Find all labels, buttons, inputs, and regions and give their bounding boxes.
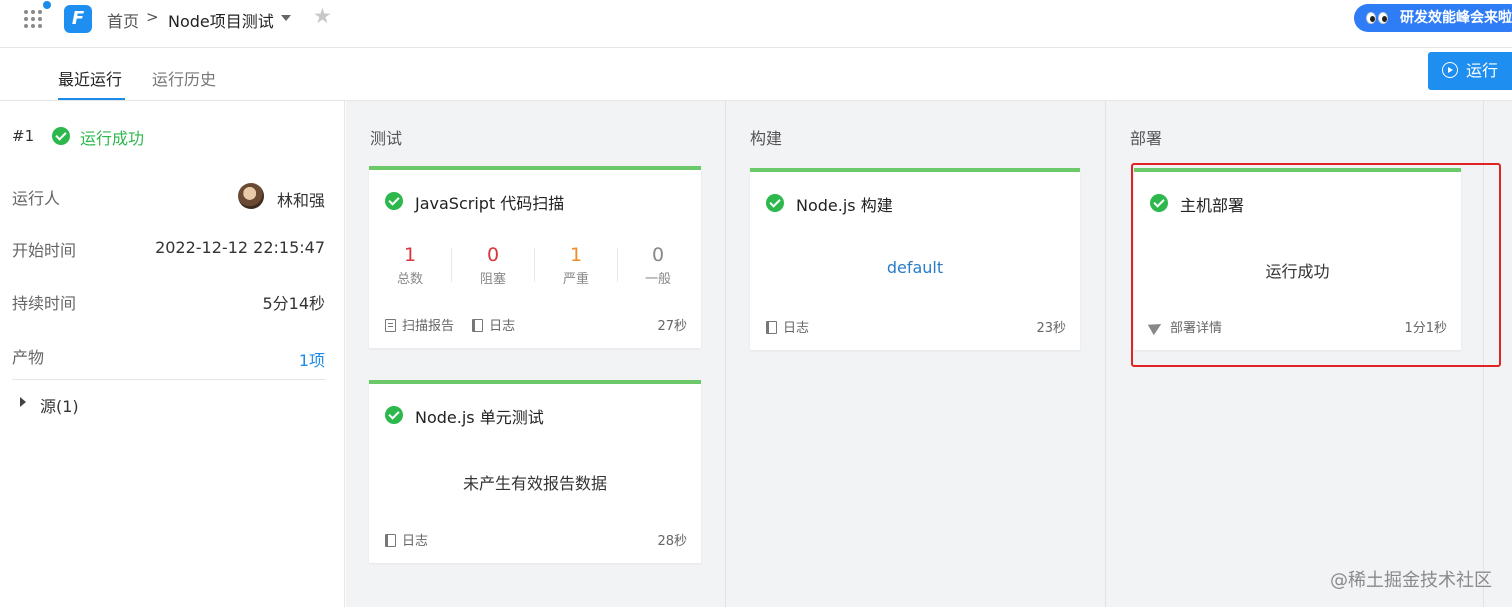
play-circle-icon: [1442, 62, 1458, 78]
divider: [12, 379, 326, 380]
eyes-icon: [1366, 4, 1390, 32]
duration-value: 5分14秒: [262, 294, 325, 313]
stage-build: 构建 Node.js 构建 default 日志 23秒: [726, 101, 1106, 607]
job-title: JavaScript 代码扫描: [415, 194, 565, 213]
caret-right-icon[interactable]: [20, 397, 26, 407]
card-footer: 扫描报告 日志: [385, 315, 515, 334]
scan-report-link[interactable]: 扫描报告: [385, 319, 454, 334]
log-label: 日志: [783, 321, 810, 336]
job-message: 未产生有效报告数据: [462, 474, 607, 493]
report-icon: [385, 319, 396, 332]
job-card-unit-test[interactable]: Node.js 单元测试 未产生有效报告数据 日志 28秒: [369, 380, 701, 563]
log-link[interactable]: 日志: [472, 319, 515, 334]
log-icon: [385, 534, 396, 547]
job-duration: 23秒: [1036, 321, 1066, 336]
log-label: 日志: [402, 534, 429, 549]
notification-dot: [43, 1, 51, 9]
log-icon: [472, 319, 484, 332]
job-duration: 27秒: [657, 319, 687, 334]
runner-name: 林和强: [276, 191, 325, 210]
apps-grid-icon[interactable]: [24, 10, 42, 28]
job-title: Node.js 单元测试: [415, 408, 544, 427]
job-duration: 28秒: [657, 534, 687, 549]
avatar: [238, 183, 264, 209]
breadcrumb-project[interactable]: Node项目测试: [168, 8, 274, 32]
success-check-icon: [52, 127, 70, 145]
metric-total: 1 总数: [369, 244, 451, 287]
scan-metrics: 1 总数 0 阻塞 1 严重 0 一般: [369, 244, 699, 288]
active-tab-indicator: [58, 98, 125, 100]
stage-test: 测试 JavaScript 代码扫描 1 总数 0 阻塞 1 严重 0 一般 扫…: [346, 101, 726, 607]
top-bar: F 首页 > Node项目测试 ★ 研发效能峰会来啦: [0, 0, 1512, 48]
success-check-icon: [766, 194, 784, 212]
chevron-down-icon[interactable]: [281, 15, 291, 21]
success-check-icon: [385, 406, 403, 424]
metric-blocker: 0 阻塞: [452, 244, 534, 287]
log-link[interactable]: 日志: [766, 317, 809, 336]
artifacts-label: 产物: [12, 348, 45, 367]
breadcrumb-home[interactable]: 首页: [107, 8, 139, 32]
watermark: @稀土掘金技术社区: [1330, 570, 1492, 591]
run-number: #1: [12, 127, 35, 145]
log-label: 日志: [489, 319, 516, 334]
job-card-node-build[interactable]: Node.js 构建 default 日志 23秒: [750, 168, 1080, 350]
log-link[interactable]: 日志: [385, 530, 428, 549]
stage-title: 部署: [1130, 129, 1163, 148]
run-button[interactable]: 运行: [1428, 52, 1512, 90]
start-time-label: 开始时间: [12, 241, 77, 260]
metric-label: 一般: [644, 272, 671, 287]
artifacts-link[interactable]: 1项: [299, 347, 325, 371]
log-icon: [766, 321, 777, 334]
tab-bar: 最近运行 运行历史 运行: [0, 48, 1512, 101]
run-button-label: 运行: [1466, 61, 1499, 80]
metric-value: 1: [569, 244, 583, 266]
metric-value: 1: [403, 244, 417, 266]
stage-title: 测试: [370, 129, 403, 148]
scan-report-label: 扫描报告: [402, 319, 455, 334]
metric-value: 0: [651, 244, 665, 266]
star-icon[interactable]: ★: [313, 6, 332, 27]
promo-banner[interactable]: 研发效能峰会来啦: [1354, 4, 1512, 32]
duration-label: 持续时间: [12, 294, 77, 313]
tab-run-history[interactable]: 运行历史: [152, 66, 216, 90]
success-check-icon: [385, 192, 403, 210]
metric-critical: 1 严重: [535, 244, 617, 287]
tab-recent-runs[interactable]: 最近运行: [58, 66, 122, 90]
job-card-js-scan[interactable]: JavaScript 代码扫描 1 总数 0 阻塞 1 严重 0 一般 扫描报告…: [369, 166, 701, 348]
promo-text: 研发效能峰会来啦: [1400, 10, 1512, 26]
metric-label: 阻塞: [479, 272, 506, 287]
stage-title: 构建: [750, 129, 783, 148]
breadcrumb-separator: >: [146, 8, 159, 26]
source-tree-item[interactable]: 源(1): [40, 393, 79, 417]
product-logo-icon[interactable]: F: [64, 5, 92, 33]
run-info-panel: #1 运行成功 运行人 林和强 开始时间 2022-12-12 22:15:47…: [0, 101, 345, 607]
run-status: 运行成功: [80, 129, 145, 148]
start-time-value: 2022-12-12 22:15:47: [155, 238, 325, 257]
build-config-link[interactable]: default: [750, 258, 1080, 277]
annotation-highlight-box: [1131, 163, 1501, 367]
metric-label: 严重: [562, 272, 589, 287]
metric-value: 0: [486, 244, 500, 266]
runner-label: 运行人: [12, 189, 61, 208]
metric-label: 总数: [396, 272, 423, 287]
job-title: Node.js 构建: [796, 196, 893, 215]
metric-normal: 0 一般: [617, 244, 699, 287]
